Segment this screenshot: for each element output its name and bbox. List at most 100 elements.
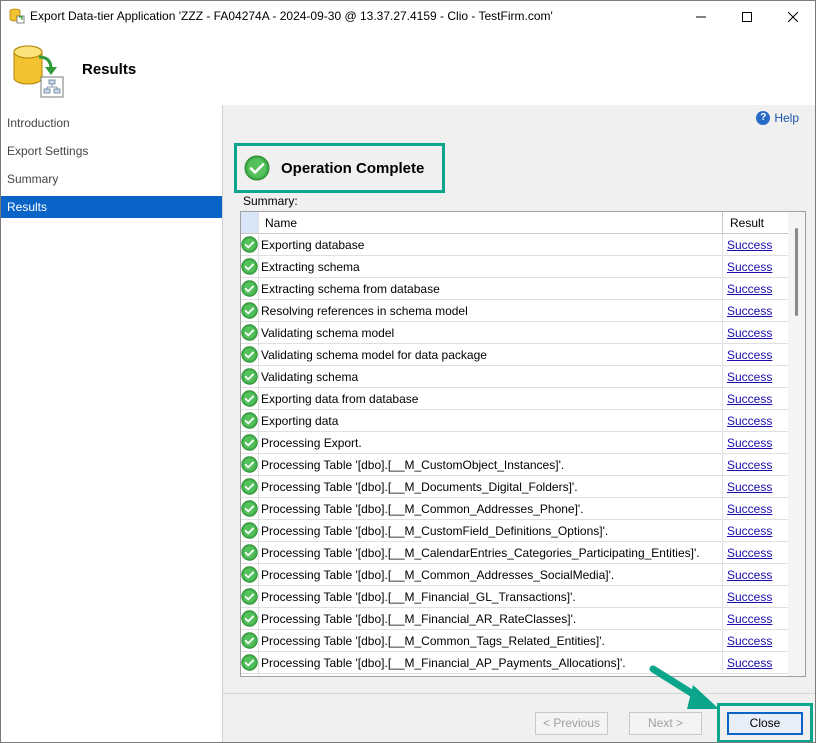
result-link[interactable]: Success xyxy=(727,348,772,362)
cell-divider xyxy=(722,278,723,300)
previous-button[interactable]: < Previous xyxy=(535,712,608,735)
table-row[interactable]: Exporting data from database Success xyxy=(241,388,788,410)
cell-divider xyxy=(722,322,723,344)
row-name: Processing Export. xyxy=(261,436,362,450)
result-link[interactable]: Success xyxy=(727,326,772,340)
sidebar-item-summary[interactable]: Summary xyxy=(1,168,222,190)
result-link[interactable]: Success xyxy=(727,524,772,538)
check-circle-icon xyxy=(241,236,258,253)
cell-divider xyxy=(722,630,723,652)
row-name: Validating schema xyxy=(261,370,359,384)
cell-divider xyxy=(722,300,723,322)
check-circle-icon xyxy=(244,155,270,181)
table-row[interactable]: Validating schema model for data package… xyxy=(241,344,788,366)
check-circle-icon xyxy=(241,610,258,627)
status-text: Operation Complete xyxy=(281,159,425,177)
result-link[interactable]: Success xyxy=(727,260,772,274)
result-link[interactable]: Success xyxy=(727,656,772,670)
table-row[interactable]: Extracting schema from database Success xyxy=(241,278,788,300)
scrollbar-thumb[interactable] xyxy=(795,228,798,316)
cell-divider xyxy=(722,410,723,432)
result-link[interactable]: Success xyxy=(727,414,772,428)
result-link[interactable]: Success xyxy=(727,436,772,450)
table-row[interactable]: Resolving references in schema model Succ… xyxy=(241,300,788,322)
cell-divider xyxy=(722,520,723,542)
table-row[interactable]: Exporting database Success xyxy=(241,234,788,256)
cell-divider xyxy=(722,388,723,410)
help-link[interactable]: ? Help xyxy=(756,111,799,125)
close-button[interactable]: Close xyxy=(727,712,803,735)
result-link[interactable]: Success xyxy=(727,282,772,296)
check-circle-icon xyxy=(241,544,258,561)
table-row[interactable]: Processing Table '[dbo].[__M_CustomField… xyxy=(241,520,788,542)
table-row[interactable]: Validating schema model Success xyxy=(241,322,788,344)
sidebar-item-introduction[interactable]: Introduction xyxy=(1,112,222,134)
results-panel: ? Help Operation Complete Summary: Name … xyxy=(223,105,815,693)
result-link[interactable]: Success xyxy=(727,612,772,626)
check-circle-icon xyxy=(241,390,258,407)
cell-divider xyxy=(722,498,723,520)
minimize-button[interactable] xyxy=(678,1,724,32)
check-circle-icon xyxy=(241,632,258,649)
table-row[interactable]: Processing Table '[dbo].[__M_Common_Tags… xyxy=(241,630,788,652)
row-name: Processing Table '[dbo].[__M_CustomField… xyxy=(261,524,609,538)
check-circle-icon xyxy=(241,280,258,297)
title-bar[interactable]: Export Data-tier Application 'ZZZ - FA04… xyxy=(1,1,815,32)
column-header-name[interactable]: Name xyxy=(265,216,297,230)
table-row[interactable]: Extracting schema Success xyxy=(241,256,788,278)
column-header-result[interactable]: Result xyxy=(730,216,764,230)
check-circle-icon xyxy=(241,412,258,429)
table-row[interactable]: Validating schema Success xyxy=(241,366,788,388)
check-circle-icon xyxy=(241,654,258,671)
row-name: Exporting database xyxy=(261,238,365,252)
result-link[interactable]: Success xyxy=(727,458,772,472)
row-name: Processing Table '[dbo].[__M_Common_Addr… xyxy=(261,502,584,516)
column-divider[interactable] xyxy=(722,212,723,233)
maximize-icon xyxy=(742,11,752,22)
row-name: Extracting schema xyxy=(261,260,360,274)
maximize-button[interactable] xyxy=(724,1,770,32)
table-row[interactable]: Processing Table '[dbo].[__M_Common_Addr… xyxy=(241,498,788,520)
row-name: Processing Table '[dbo].[__M_Common_Addr… xyxy=(261,568,615,582)
row-name: Processing Table '[dbo].[__M_CustomObjec… xyxy=(261,458,565,472)
close-icon xyxy=(788,11,798,22)
sidebar-item-results[interactable]: Results xyxy=(1,196,222,218)
table-row[interactable]: Processing Table '[dbo].[__M_CustomObjec… xyxy=(241,454,788,476)
export-dialog-window: Export Data-tier Application 'ZZZ - FA04… xyxy=(0,0,816,743)
vertical-scrollbar[interactable] xyxy=(788,212,805,676)
database-export-icon xyxy=(9,8,25,24)
grid-rows: Exporting database Success Extracting sche… xyxy=(241,234,788,674)
result-link[interactable]: Success xyxy=(727,238,772,252)
table-row[interactable]: Processing Table '[dbo].[__M_Documents_D… xyxy=(241,476,788,498)
table-row[interactable]: Exporting data Success xyxy=(241,410,788,432)
results-grid[interactable]: Name Result Exporting database Success Ext… xyxy=(240,211,806,677)
sidebar-item-export-settings[interactable]: Export Settings xyxy=(1,140,222,162)
result-link[interactable]: Success xyxy=(727,370,772,384)
row-name: Extracting schema from database xyxy=(261,282,440,296)
table-row[interactable]: Processing Table '[dbo].[__M_Financial_A… xyxy=(241,608,788,630)
next-button[interactable]: Next > xyxy=(629,712,702,735)
result-link[interactable]: Success xyxy=(727,480,772,494)
table-row[interactable]: Processing Table '[dbo].[__M_Common_Addr… xyxy=(241,564,788,586)
table-row[interactable]: Processing Export. Success xyxy=(241,432,788,454)
check-circle-icon xyxy=(241,566,258,583)
grid-header: Name Result xyxy=(241,212,788,234)
row-name: Processing Table '[dbo].[__M_Financial_A… xyxy=(261,656,626,670)
result-link[interactable]: Success xyxy=(727,634,772,648)
result-link[interactable]: Success xyxy=(727,590,772,604)
cell-divider xyxy=(722,366,723,388)
check-circle-icon xyxy=(241,588,258,605)
result-link[interactable]: Success xyxy=(727,568,772,582)
result-link[interactable]: Success xyxy=(727,304,772,318)
cell-divider xyxy=(722,586,723,608)
result-link[interactable]: Success xyxy=(727,502,772,516)
result-link[interactable]: Success xyxy=(727,546,772,560)
close-window-button[interactable] xyxy=(770,1,815,32)
cell-divider xyxy=(722,564,723,586)
check-circle-icon xyxy=(241,434,258,451)
table-row[interactable]: Processing Table '[dbo].[__M_Financial_G… xyxy=(241,586,788,608)
page-header: Results xyxy=(1,32,815,104)
table-row[interactable]: Processing Table '[dbo].[__M_CalendarEnt… xyxy=(241,542,788,564)
grid-select-all[interactable] xyxy=(241,212,259,233)
result-link[interactable]: Success xyxy=(727,392,772,406)
